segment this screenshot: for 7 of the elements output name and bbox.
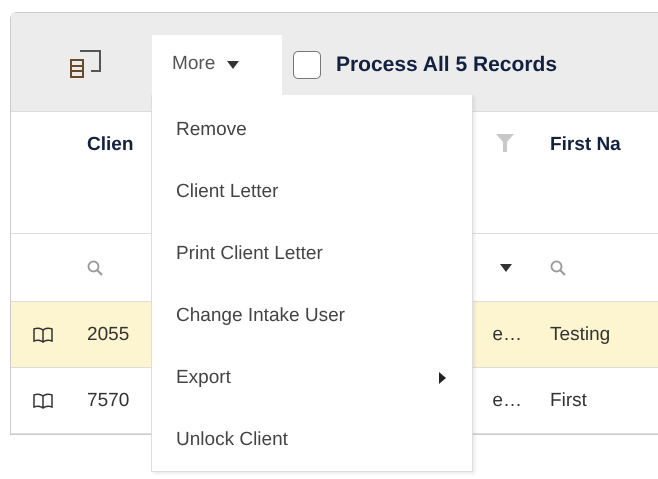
table-cell: e… (492, 390, 522, 412)
table-cell: First (550, 390, 587, 412)
table-cell: Testing (550, 324, 610, 346)
checkbox-label: Process All 5 Records (336, 53, 557, 77)
table-cell: e… (492, 324, 522, 346)
table-cell: 2055 (87, 324, 130, 346)
table-cell: 7570 (87, 390, 130, 412)
